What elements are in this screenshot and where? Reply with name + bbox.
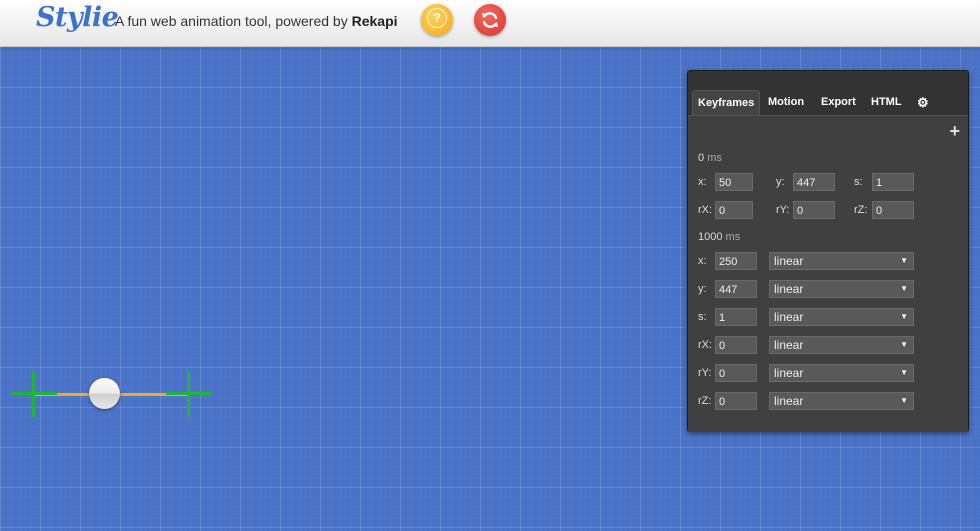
easing-value: linear bbox=[774, 366, 804, 380]
crosshair-v bbox=[187, 371, 190, 417]
chevron-down-icon: ▼ bbox=[900, 312, 908, 321]
ry-easing-select[interactable]: linear ▼ bbox=[769, 364, 914, 382]
rz-input[interactable]: 0 bbox=[872, 201, 914, 219]
rz-easing-select[interactable]: linear ▼ bbox=[769, 392, 914, 410]
keyframes-tab-body: + 0 ms x: 50 y: 447 s: 1 rX: 0 rY: 0 rZ:… bbox=[688, 115, 968, 432]
rx-label: rX: bbox=[698, 204, 713, 216]
x-easing-select[interactable]: linear ▼ bbox=[769, 252, 914, 270]
keyframe-prop-row: x: 250 linear ▼ bbox=[688, 251, 968, 271]
rx-input[interactable]: 0 bbox=[715, 336, 757, 354]
app-logo[interactable]: Stylie bbox=[36, 2, 119, 33]
rx-label: rX: bbox=[698, 339, 713, 351]
tab-motion[interactable]: Motion bbox=[763, 90, 809, 115]
y-easing-select[interactable]: linear ▼ bbox=[769, 280, 914, 298]
rx-easing-select[interactable]: linear ▼ bbox=[769, 336, 914, 354]
question-icon: ? bbox=[427, 8, 447, 29]
keyframe-prop-row: rY: 0 linear ▼ bbox=[688, 363, 968, 383]
y-input[interactable]: 447 bbox=[715, 280, 757, 298]
tab-keyframes[interactable]: Keyframes bbox=[692, 90, 760, 116]
end-crosshair[interactable] bbox=[166, 371, 212, 417]
easing-value: linear bbox=[774, 282, 804, 296]
rz-label: rZ: bbox=[698, 395, 712, 407]
keyframe-time-value: 0 bbox=[698, 152, 705, 164]
easing-value: linear bbox=[774, 338, 804, 352]
keyframe-row: x: 50 y: 447 s: 1 bbox=[688, 172, 968, 192]
keyframe-time: 0 ms bbox=[698, 152, 722, 164]
keyframe-prop-row: y: 447 linear ▼ bbox=[688, 279, 968, 299]
app-header: Stylie A fun web animation tool, powered… bbox=[0, 0, 980, 47]
s-easing-select[interactable]: linear ▼ bbox=[769, 308, 914, 326]
panel-drag-handle[interactable] bbox=[688, 71, 968, 89]
keyframe-time-unit: ms bbox=[725, 231, 741, 243]
keyframe-prop-row: rZ: 0 linear ▼ bbox=[688, 391, 968, 411]
start-crosshair[interactable] bbox=[11, 371, 57, 417]
keyframe-prop-row: s: 1 linear ▼ bbox=[688, 307, 968, 327]
help-button[interactable]: ? bbox=[421, 4, 453, 36]
chevron-down-icon: ▼ bbox=[900, 368, 908, 377]
gear-icon[interactable]: ⚙ bbox=[912, 90, 934, 115]
rz-input[interactable]: 0 bbox=[715, 392, 757, 410]
refresh-icon bbox=[482, 12, 498, 28]
y-label: y: bbox=[698, 283, 707, 295]
control-panel: Keyframes Motion Export HTML ⚙ + 0 ms x:… bbox=[687, 70, 969, 432]
s-label: s: bbox=[698, 311, 707, 323]
chevron-down-icon: ▼ bbox=[900, 396, 908, 405]
tagline-text: A fun web animation tool, powered by bbox=[115, 13, 352, 29]
x-label: x: bbox=[698, 176, 707, 188]
x-label: x: bbox=[698, 255, 707, 267]
keyframe-time-unit: ms bbox=[707, 152, 722, 164]
s-input[interactable]: 1 bbox=[715, 308, 757, 326]
easing-value: linear bbox=[774, 254, 804, 268]
ry-input[interactable]: 0 bbox=[715, 364, 757, 382]
chevron-down-icon: ▼ bbox=[900, 256, 908, 265]
rz-label: rZ: bbox=[854, 204, 868, 216]
chevron-down-icon: ▼ bbox=[900, 340, 908, 349]
crosshair-v bbox=[32, 371, 35, 417]
s-label: s: bbox=[854, 176, 863, 188]
tagline: A fun web animation tool, powered by Rek… bbox=[115, 13, 398, 29]
keyframe-time: 1000 ms bbox=[698, 231, 740, 243]
y-label: y: bbox=[776, 176, 785, 188]
plus-icon[interactable]: + bbox=[949, 121, 960, 142]
rx-input[interactable]: 0 bbox=[715, 201, 753, 219]
keyframe-time-value: 1000 bbox=[698, 231, 723, 243]
y-input[interactable]: 447 bbox=[793, 173, 835, 191]
tagline-brand[interactable]: Rekapi bbox=[352, 13, 398, 29]
s-input[interactable]: 1 bbox=[872, 173, 914, 191]
keyframe-row: rX: 0 rY: 0 rZ: 0 bbox=[688, 200, 968, 220]
ry-input[interactable]: 0 bbox=[793, 201, 835, 219]
keyframe-prop-row: rX: 0 linear ▼ bbox=[688, 335, 968, 355]
easing-value: linear bbox=[774, 310, 804, 324]
tab-html[interactable]: HTML bbox=[866, 90, 907, 115]
animated-actor[interactable] bbox=[89, 378, 120, 409]
chevron-down-icon: ▼ bbox=[900, 284, 908, 293]
x-input[interactable]: 250 bbox=[715, 252, 757, 270]
x-input[interactable]: 50 bbox=[715, 173, 753, 191]
ry-label: rY: bbox=[698, 367, 712, 379]
easing-value: linear bbox=[774, 394, 804, 408]
ry-label: rY: bbox=[776, 204, 790, 216]
tab-export[interactable]: Export bbox=[816, 90, 861, 115]
refresh-button[interactable] bbox=[474, 4, 506, 36]
